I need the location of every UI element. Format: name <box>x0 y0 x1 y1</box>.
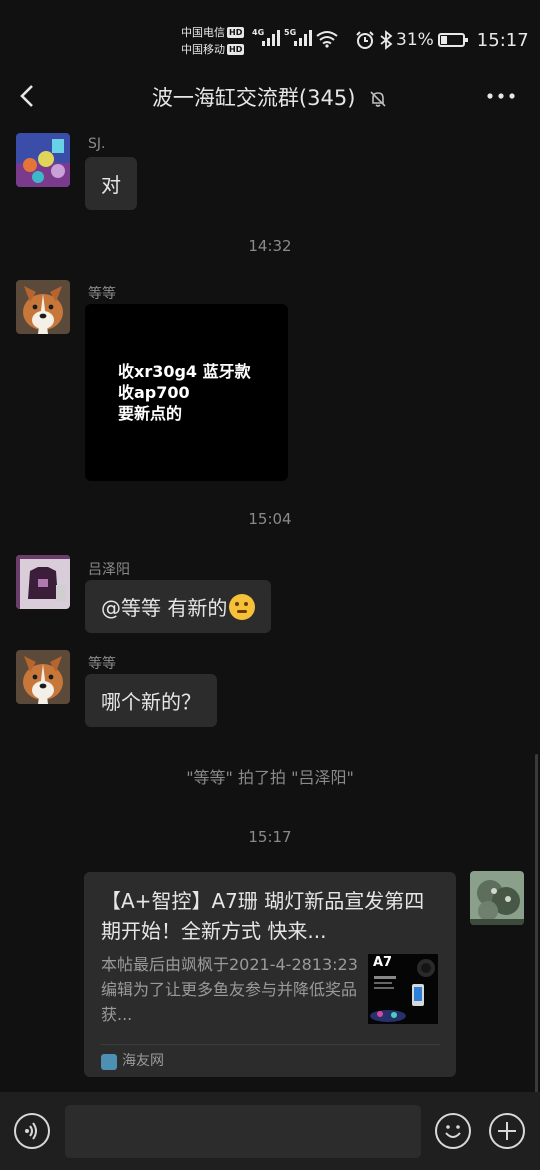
bluetooth-icon <box>380 30 393 50</box>
avatar[interactable] <box>16 555 70 609</box>
avatar[interactable] <box>16 133 70 187</box>
wifi-icon <box>316 31 338 48</box>
sender-name: 等等 <box>88 286 116 302</box>
chat-area[interactable]: SJ. 对 14:32 等等 收xr30g4 蓝牙款 收ap700 要新点的 1… <box>0 124 540 1094</box>
sender-name: 等等 <box>88 656 116 672</box>
card-divider <box>100 1044 440 1045</box>
timestamp: 15:04 <box>248 510 292 528</box>
plus-icon <box>498 1122 516 1140</box>
message-text: @等等 有新的 <box>101 596 228 620</box>
emoji-icon <box>445 1125 461 1138</box>
input-bar <box>0 1092 540 1170</box>
message-input[interactable] <box>65 1105 421 1158</box>
chat-header: 波一海缸交流群(345) <box>0 70 540 124</box>
emoji-button[interactable] <box>435 1113 471 1149</box>
voice-icon <box>25 1122 37 1140</box>
avatar[interactable] <box>16 280 70 334</box>
alarm-icon <box>356 31 374 49</box>
chat-title-wrap: 波一海缸交流群(345) <box>0 82 540 112</box>
battery-percent: 31% <box>396 30 434 50</box>
avatar[interactable] <box>16 650 70 704</box>
link-card[interactable]: 【A+智控】A7珊 瑚灯新品宣发第四期开始！全新方式 快来... 本帖最后由飒枫… <box>84 872 456 1077</box>
battery-icon <box>437 33 468 47</box>
carrier-2: 中国移动 <box>181 43 225 56</box>
hd-badge: HD <box>227 27 245 38</box>
hd-badge: HD <box>227 44 245 55</box>
card-source: 海友网 <box>122 1053 164 1069</box>
card-description: 本帖最后由飒枫于2021-4-2813:23编辑为了让更多鱼友参与并降低奖品获.… <box>101 955 358 1024</box>
status-time: 15:17 <box>476 29 529 51</box>
image-text-line: 收ap700 <box>118 383 190 402</box>
system-notice: "等等" 拍了拍 "吕泽阳" <box>186 768 354 787</box>
status-bar: 中国电信 HD 中国移动 HD 4G 5G 31% 15:17 <box>0 0 540 70</box>
voice-button[interactable] <box>14 1113 50 1149</box>
image-text-line: 收xr30g4 蓝牙款 <box>118 362 251 381</box>
image-text-line: 要新点的 <box>118 404 183 423</box>
sender-name: 吕泽阳 <box>88 562 130 578</box>
timestamp: 15:17 <box>248 828 292 846</box>
timestamp: 14:32 <box>248 237 292 255</box>
source-logo-icon <box>101 1054 117 1070</box>
plus-button[interactable] <box>489 1113 525 1149</box>
card-title: 【A+智控】A7珊 瑚灯新品宣发第四期开始！全新方式 快来... <box>101 889 425 943</box>
message-bubble[interactable]: @等等 有新的 <box>85 580 272 633</box>
carrier-info: 中国电信 HD 中国移动 HD <box>181 24 245 58</box>
more-icon[interactable] <box>486 84 516 108</box>
sender-name: SJ. <box>88 136 106 152</box>
message-bubble[interactable]: 对 <box>85 157 137 210</box>
thinking-emoji-icon <box>229 593 256 620</box>
thumb-label: A7 <box>373 955 393 970</box>
signal-icon: 4G <box>252 28 282 48</box>
chat-title: 波一海缸交流群(345) <box>151 86 356 110</box>
status-right: 31% 15:17 <box>355 28 529 52</box>
mute-icon <box>370 91 386 107</box>
message-bubble[interactable]: 哪个新的？ <box>85 674 217 727</box>
avatar[interactable] <box>470 871 524 925</box>
carrier-1: 中国电信 <box>181 26 225 39</box>
scrollbar[interactable] <box>535 754 538 1094</box>
signal-icon: 5G <box>284 28 314 48</box>
card-thumbnail: A7 <box>368 954 438 1024</box>
image-message[interactable]: 收xr30g4 蓝牙款 收ap700 要新点的 <box>85 304 288 481</box>
